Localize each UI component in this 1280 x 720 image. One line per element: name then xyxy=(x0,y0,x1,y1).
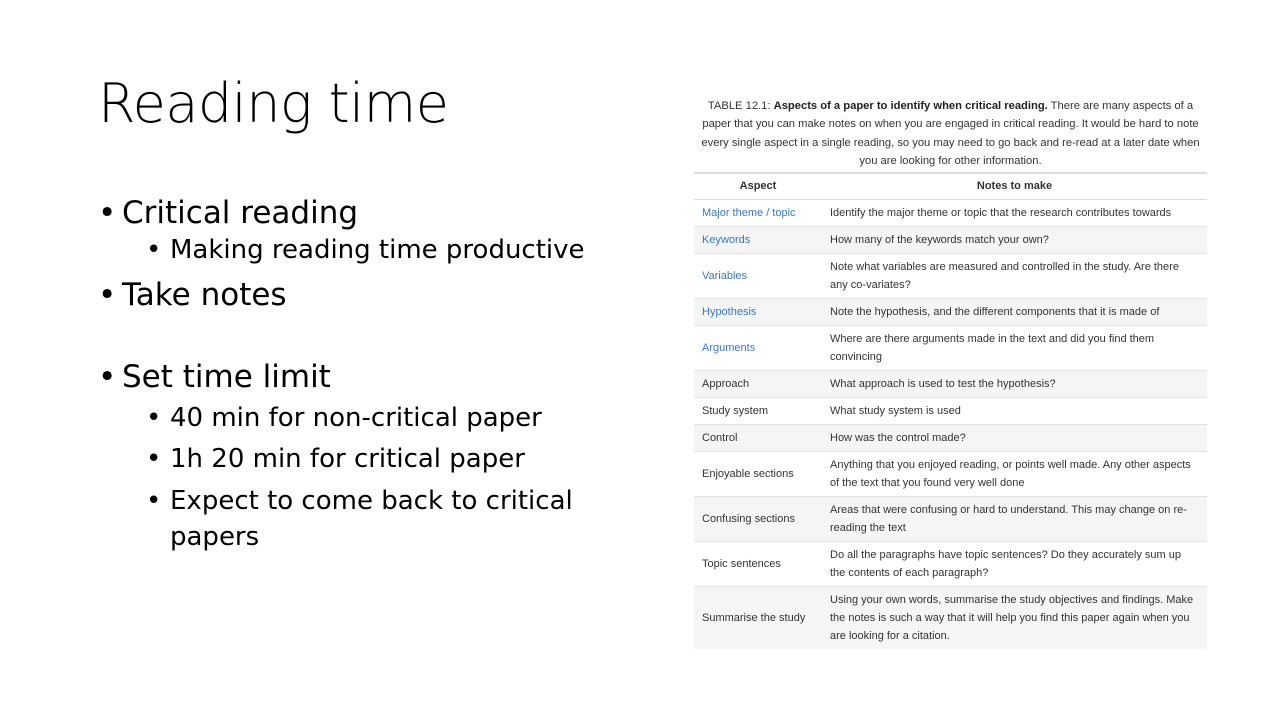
table-row: Summarise the study Using your own words,… xyxy=(694,586,1207,650)
bullet-take-notes: Take notes xyxy=(98,275,658,315)
sub-bullet-non-critical: 40 min for non-critical paper xyxy=(146,401,658,435)
aspect-cell: Control xyxy=(694,424,822,452)
notes-cell: Areas that were confusing or hard to und… xyxy=(822,496,1207,542)
table-row: Topic sentences Do all the paragraphs hav… xyxy=(694,541,1207,587)
table-body: Major theme / topic Identify the major th… xyxy=(694,199,1207,650)
table-row: Control How was the control made? xyxy=(694,424,1207,452)
table-row: Variables Note what variables are measure… xyxy=(694,253,1207,299)
table-row: Keywords How many of the keywords match y… xyxy=(694,226,1207,254)
bullet-set-time-limit: Set time limit xyxy=(98,357,658,397)
sub-bullet-come-back: Expect to come back to critical papers xyxy=(146,483,586,555)
aspect-link[interactable]: Variables xyxy=(694,253,822,299)
bullet-list: Critical reading Making reading time pro… xyxy=(98,193,658,555)
aspect-link[interactable]: Keywords xyxy=(694,226,822,254)
table-row: Arguments Where are there arguments made … xyxy=(694,325,1207,371)
aspect-cell: Confusing sections xyxy=(694,496,822,542)
table-row: Major theme / topic Identify the major th… xyxy=(694,199,1207,227)
table-row: Hypothesis Note the hypothesis, and the d… xyxy=(694,298,1207,326)
slide-title: Reading time xyxy=(98,72,449,135)
notes-cell: Identify the major theme or topic that t… xyxy=(822,199,1207,227)
table-row: Enjoyable sections Anything that you enjo… xyxy=(694,451,1207,497)
aspect-cell: Topic sentences xyxy=(694,541,822,587)
notes-cell: Note what variables are measured and con… xyxy=(822,253,1207,299)
table-caption: TABLE 12.1: Aspects of a paper to identi… xyxy=(694,97,1207,171)
table-row: Study system What study system is used xyxy=(694,397,1207,425)
aspect-cell: Study system xyxy=(694,397,822,425)
aspect-link[interactable]: Hypothesis xyxy=(694,298,822,326)
notes-cell: How was the control made? xyxy=(822,424,1207,452)
notes-cell: Where are there arguments made in the te… xyxy=(822,325,1207,371)
aspect-cell: Summarise the study xyxy=(694,586,822,650)
aspect-link[interactable]: Major theme / topic xyxy=(694,199,822,227)
bullet-critical-reading: Critical reading xyxy=(98,193,658,233)
notes-cell: Anything that you enjoyed reading, or po… xyxy=(822,451,1207,497)
notes-cell: Using your own words, summarise the stud… xyxy=(822,586,1207,650)
aspect-link[interactable]: Arguments xyxy=(694,325,822,371)
slide: Reading time Critical reading Making rea… xyxy=(0,0,1280,720)
header-notes: Notes to make xyxy=(822,171,1207,201)
aspect-cell: Approach xyxy=(694,370,822,398)
notes-cell: How many of the keywords match your own? xyxy=(822,226,1207,254)
table-row: Confusing sections Areas that were confus… xyxy=(694,496,1207,542)
notes-cell: Do all the paragraphs have topic sentenc… xyxy=(822,541,1207,587)
notes-cell: What study system is used xyxy=(822,397,1207,425)
table-row: Approach What approach is used to test th… xyxy=(694,370,1207,398)
sub-bullet-critical: 1h 20 min for critical paper xyxy=(146,442,658,476)
caption-prefix: TABLE 12.1: xyxy=(707,100,774,112)
header-aspect: Aspect xyxy=(694,171,822,201)
aspect-cell: Enjoyable sections xyxy=(694,451,822,497)
aspects-table-figure: TABLE 12.1: Aspects of a paper to identi… xyxy=(694,97,1207,650)
aspects-table: Aspect Notes to make Major theme / topic… xyxy=(694,171,1207,650)
notes-cell: What approach is used to test the hypoth… xyxy=(822,370,1207,398)
sub-bullet-productive: Making reading time productive xyxy=(146,233,658,267)
notes-cell: Note the hypothesis, and the different c… xyxy=(822,298,1207,326)
caption-bold: Aspects of a paper to identify when crit… xyxy=(773,100,1048,112)
